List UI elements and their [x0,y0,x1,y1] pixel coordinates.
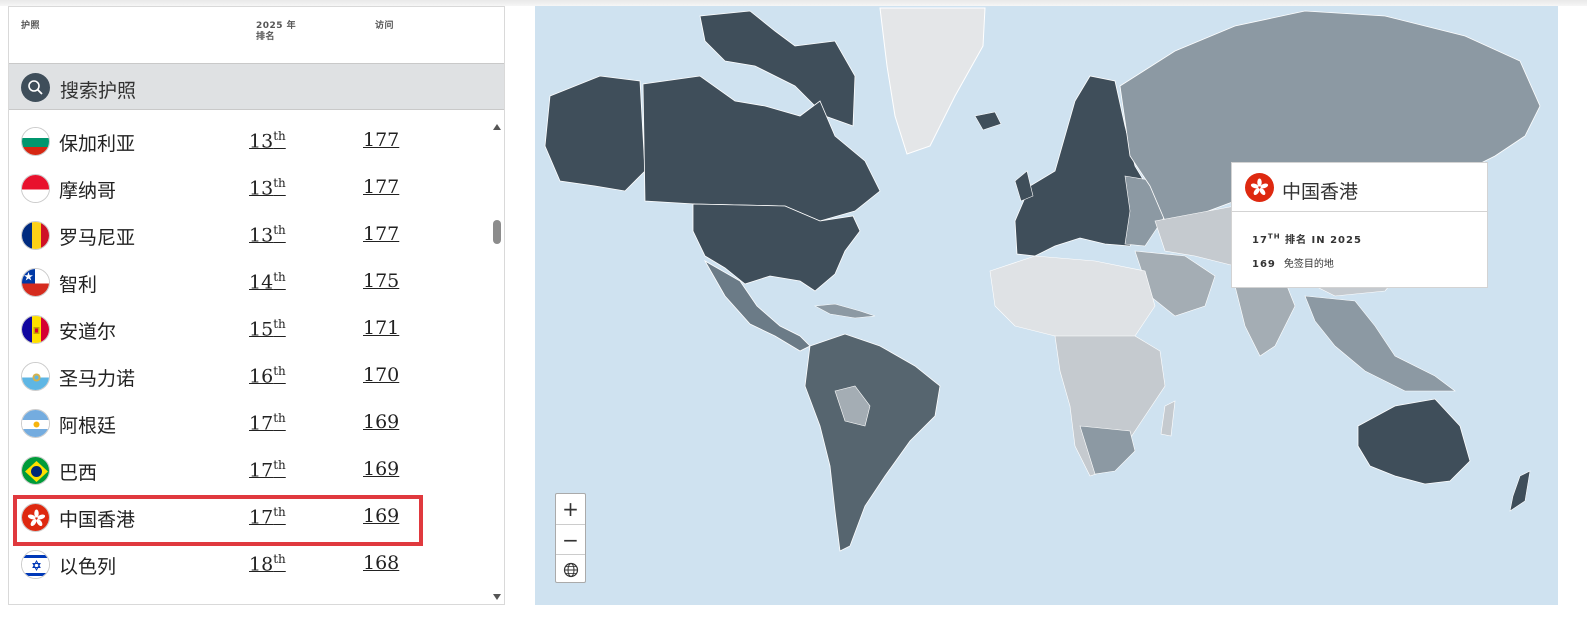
reset-view-button[interactable] [556,554,585,584]
north-africa-region [989,255,1156,342]
tooltip-title: 中国香港 [1282,181,1359,203]
country-name: 阿根廷 [59,415,117,437]
madagascar-region [1160,400,1176,437]
scroll-up-arrow-icon[interactable] [492,117,502,130]
romania-flag-icon [21,221,50,250]
bulgaria-flag-icon [21,127,50,156]
country-name: 保加利亚 [59,133,136,155]
world-map-shapes[interactable] [535,6,1558,605]
country-name: 智利 [59,274,98,296]
caribbean-region [813,303,876,319]
country-name: 圣马力诺 [59,368,136,390]
zoom-out-button[interactable]: − [556,524,585,554]
rank-link[interactable]: 13th [249,223,286,246]
table-row[interactable]: 安道尔 15th 171 [9,307,489,354]
search-passport-label[interactable]: 搜索护照 [60,76,136,103]
world-map[interactable]: 中国香港 17TH 排名 IN 2025 169 免签目的地 + − [535,6,1558,605]
column-header-rank[interactable]: 排名 [256,32,275,43]
visits-link[interactable]: 170 [363,364,399,386]
visits-link[interactable]: 171 [363,317,399,339]
table-row[interactable]: 圣马力诺 16th 170 [9,354,489,401]
zoom-controls: + − [555,493,586,583]
rank-link[interactable]: 16th [249,364,286,387]
search-icon[interactable] [21,73,50,102]
scrollbar-thumb[interactable] [493,220,501,244]
visits-link[interactable]: 175 [363,270,399,292]
tooltip-visa-free: 169 免签目的地 [1252,259,1334,270]
visits-link[interactable]: 168 [363,552,399,574]
visits-link[interactable]: 177 [363,129,399,151]
scroll-down-arrow-icon[interactable] [492,587,502,600]
rank-link[interactable]: 13th [249,176,286,199]
table-row[interactable]: 保加利亚 13th 177 [9,119,489,166]
country-name: 摩纳哥 [59,180,117,202]
table-row[interactable]: 阿根廷 17th 169 [9,401,489,448]
table-row[interactable]: 罗马尼亚 13th 177 [9,213,489,260]
search-passport-bar[interactable]: 搜索护照 [9,63,504,110]
passport-ranking-panel: 护照 2025 年 排名 访问 搜索护照 保加利亚 13th 177 摩纳哥 1… [8,6,505,605]
column-header-rank-year[interactable]: 2025 年 [256,21,296,32]
country-name: 罗马尼亚 [59,227,136,249]
country-name: 以色列 [59,556,117,578]
israel-flag-icon [21,550,50,579]
rank-link[interactable]: 15th [249,317,286,340]
globe-icon [563,562,578,578]
column-header-visits[interactable]: 访问 [375,21,394,32]
argentina-flag-icon [21,409,50,438]
country-tooltip: 中国香港 17TH 排名 IN 2025 169 免签目的地 [1231,162,1488,288]
column-header-passport[interactable]: 护照 [21,21,40,32]
country-name: 巴西 [59,462,98,484]
visits-link[interactable]: 169 [363,411,399,433]
table-header: 护照 2025 年 排名 访问 [9,7,504,63]
southeast-asia-region [1304,295,1456,392]
selected-row-highlight [13,495,423,546]
hong-kong-flag-icon [1245,173,1274,202]
south-america-region [804,333,941,552]
andorra-flag-icon [21,315,50,344]
chile-flag-icon [21,268,50,297]
rank-link[interactable]: 18th [249,552,286,575]
tooltip-divider [1232,211,1487,212]
visits-link[interactable]: 177 [363,176,399,198]
country-name: 安道尔 [59,321,117,343]
rank-link[interactable]: 14th [249,270,286,293]
tooltip-rank: 17TH 排名 IN 2025 [1252,232,1362,246]
visits-link[interactable]: 169 [363,458,399,480]
india-region [1234,280,1296,357]
rank-link[interactable]: 17th [249,458,286,481]
australia-region [1357,398,1471,485]
monaco-flag-icon [21,174,50,203]
new-zealand-region [1509,470,1531,512]
iceland-region [974,111,1002,131]
brazil-flag-icon [21,456,50,485]
greenland-region [879,7,986,155]
table-row[interactable]: 摩纳哥 13th 177 [9,166,489,213]
alaska-region [544,75,646,192]
san-marino-flag-icon [21,362,50,391]
table-row[interactable]: 巴西 17th 169 [9,448,489,495]
rank-link[interactable]: 17th [249,411,286,434]
table-row[interactable]: 智利 14th 175 [9,260,489,307]
table-row[interactable]: 以色列 18th 168 [9,542,489,589]
rank-link[interactable]: 13th [249,129,286,152]
zoom-in-button[interactable]: + [556,494,585,524]
uk-region [1014,170,1034,202]
visits-link[interactable]: 177 [363,223,399,245]
